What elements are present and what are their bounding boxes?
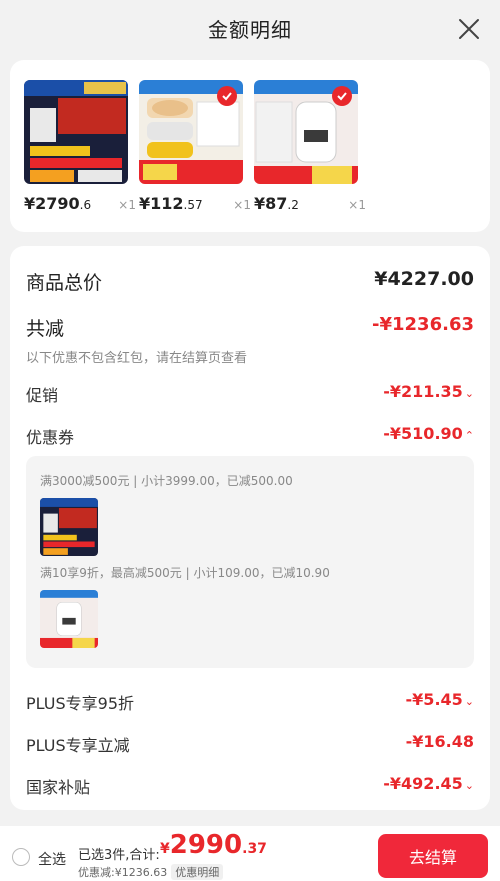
check-icon bbox=[332, 86, 352, 106]
coupon-details-panel: 满3000减500元 | 小计3999.00，已减500.00 满10享9折，最… bbox=[26, 456, 474, 668]
coupon-product-thumbnail bbox=[40, 498, 98, 556]
checkout-button[interactable]: 去结算 bbox=[378, 834, 488, 878]
discount-detail-tag[interactable]: 优惠明细 bbox=[171, 864, 224, 880]
select-all-label[interactable]: 全选 bbox=[38, 849, 66, 869]
selected-summary: 已选3件,合计: bbox=[78, 848, 160, 863]
product-qty: ×1 bbox=[348, 198, 366, 212]
amount-details: 商品总价 ¥4227.00 共减 -¥1236.63 以下优惠不包含红包，请在结… bbox=[10, 246, 490, 810]
chevron-down-icon: ⌄ bbox=[464, 779, 474, 792]
discount-summary: 优惠减:¥1236.63 优惠明细 bbox=[78, 864, 224, 880]
product-item[interactable]: ¥2790.6 ×1 bbox=[24, 80, 136, 213]
coupon-product-thumbnail bbox=[40, 590, 98, 648]
check-icon bbox=[217, 86, 237, 106]
product-item[interactable]: ¥87.2 ×1 bbox=[254, 80, 366, 213]
coupon-label: 优惠券 bbox=[26, 428, 75, 447]
total-value: ¥4227.00 bbox=[374, 268, 474, 290]
coupon-row[interactable]: 优惠券 -¥510.90 ⌃ bbox=[26, 424, 474, 448]
product-item[interactable]: ¥112.57 ×1 bbox=[139, 80, 251, 213]
product-qty: ×1 bbox=[233, 198, 251, 212]
reduction-hint: 以下优惠不包含红包，请在结算页查看 bbox=[26, 351, 248, 366]
reduction-row: 共减 -¥1236.63 以下优惠不包含红包，请在结算页查看 bbox=[26, 314, 474, 366]
coupon-detail-line: 满10享9折，最高减500元 | 小计109.00，已减10.90 bbox=[40, 566, 330, 580]
product-thumbnail bbox=[139, 80, 243, 184]
reduction-value: -¥1236.63 bbox=[372, 314, 474, 335]
plus-discount-row[interactable]: PLUS专享95折 -¥5.45 ⌄ bbox=[26, 690, 474, 714]
promo-row[interactable]: 促销 -¥211.35 ⌄ bbox=[26, 382, 474, 406]
product-qty: ×1 bbox=[118, 198, 136, 212]
plus-direct-value: -¥16.48 bbox=[405, 732, 474, 751]
chevron-down-icon: ⌄ bbox=[464, 695, 474, 708]
coupon-detail-line: 满3000减500元 | 小计3999.00，已减500.00 bbox=[40, 474, 293, 488]
product-price: ¥87.2 bbox=[254, 194, 299, 213]
product-thumbnail bbox=[24, 80, 128, 184]
plus-direct-label: PLUS专享立减 bbox=[26, 736, 130, 755]
subsidy-label: 国家补贴 bbox=[26, 778, 91, 797]
total-row: 商品总价 ¥4227.00 bbox=[26, 268, 474, 295]
page-title: 金额明细 bbox=[208, 18, 292, 42]
total-label: 商品总价 bbox=[26, 272, 103, 294]
promo-label: 促销 bbox=[26, 386, 59, 405]
close-icon[interactable] bbox=[458, 18, 480, 40]
chevron-up-icon: ⌃ bbox=[464, 429, 474, 442]
subsidy-value: -¥492.45 ⌄ bbox=[383, 774, 474, 793]
product-price: ¥112.57 bbox=[139, 194, 203, 213]
product-price: ¥2790.6 bbox=[24, 194, 92, 213]
product-thumbnail bbox=[254, 80, 358, 184]
coupon-value: -¥510.90 ⌃ bbox=[383, 424, 474, 443]
plus-direct-row: PLUS专享立减 -¥16.48 bbox=[26, 732, 474, 756]
checkout-bar: 全选 已选3件,合计: ¥2990.37 优惠减:¥1236.63 优惠明细 去结… bbox=[0, 826, 500, 881]
header: 金额明细 bbox=[0, 0, 500, 60]
subsidy-row[interactable]: 国家补贴 -¥492.45 ⌄ bbox=[26, 774, 474, 798]
select-all-radio[interactable] bbox=[12, 848, 30, 866]
product-strip: ¥2790.6 ×1 ¥112.57 ×1 ¥87.2 ×1 bbox=[10, 60, 490, 232]
chevron-down-icon: ⌄ bbox=[464, 387, 474, 400]
promo-value: -¥211.35 ⌄ bbox=[383, 382, 474, 401]
total-amount: ¥2990.37 bbox=[160, 830, 267, 860]
plus-discount-label: PLUS专享95折 bbox=[26, 694, 134, 713]
plus-discount-value: -¥5.45 ⌄ bbox=[405, 690, 474, 709]
